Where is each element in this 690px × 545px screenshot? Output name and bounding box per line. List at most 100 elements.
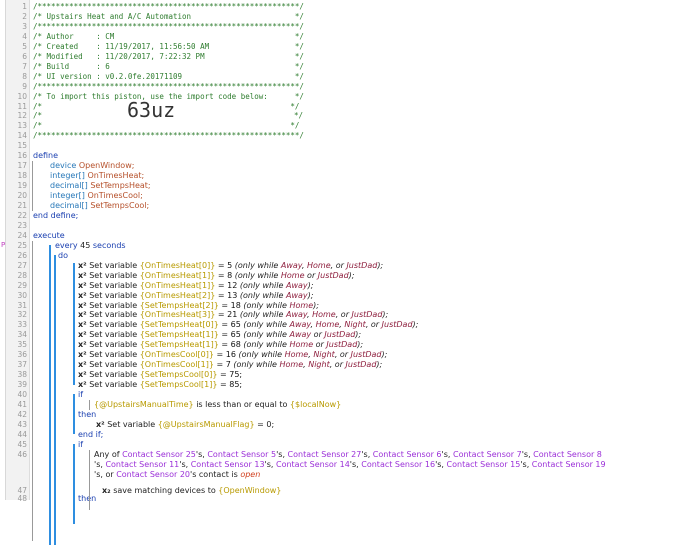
if-condition: {@UpstairsManualTime} is less than or eq… [94, 400, 342, 409]
variable-declaration: decimal[] SetTempsCool; [50, 201, 150, 210]
line-number: 3 [22, 21, 27, 31]
comment-line: /***************************************… [33, 2, 304, 11]
condition-devices: 's, or Contact Sensor 20's contact is op… [94, 469, 261, 479]
line-number: 5 [22, 41, 27, 51]
line-number: 38 [17, 370, 27, 380]
import-code: 63uz [127, 98, 176, 123]
set-variable-statement: x² Set variable {SetTempsHeat[1]} = 65 (… [78, 330, 362, 340]
line-number: 48 [17, 494, 27, 503]
set-variable-statement: x² Set variable {OnTimesHeat[2]} = 13 (o… [78, 290, 314, 300]
comment-line: */ [294, 111, 304, 121]
set-variable-statement: x² Set variable {SetTempsCool[0]} = 75; [78, 370, 243, 380]
condition-devices: Any of Contact Sensor 25's, Contact Sens… [94, 449, 602, 459]
comment-line: /* Author : CM */ [33, 31, 304, 41]
set-variable-statement: x² Set variable {SetTempsCool[1]} = 85; [78, 380, 243, 390]
line-number: 7 [22, 61, 27, 71]
comment-line: /* Modified : 11/20/2017, 7:22:32 PM */ [33, 51, 304, 61]
line-number: 21 [17, 201, 27, 210]
block-guide [73, 262, 75, 385]
line-number: 43 [17, 419, 27, 429]
line-number: 16 [17, 151, 27, 161]
line-number: 34 [17, 330, 27, 340]
line-number: 41 [17, 400, 27, 409]
line-number: 11 [17, 101, 27, 111]
line-number: 17 [17, 161, 27, 171]
define-keyword: define [33, 151, 59, 161]
set-variable-statement: x² Set variable {SetTempsHeat[1]} = 68 (… [78, 340, 364, 350]
line-number: 39 [17, 380, 27, 390]
set-variable-statement: x² Set variable {@UpstairsManualFlag} = … [96, 419, 275, 429]
comment-line: /***************************************… [33, 81, 304, 91]
block-guide [32, 161, 33, 212]
comment-line: /* */ [33, 121, 300, 131]
comment-line: /***************************************… [33, 21, 304, 31]
set-variable-statement: x² Set variable {SetTempsHeat[0]} = 65 (… [78, 320, 419, 330]
line-number: 31 [17, 300, 27, 310]
line-number: 46 [17, 449, 27, 459]
line-number: 27 [17, 260, 27, 270]
condition-devices: 's, Contact Sensor 11's, Contact Sensor … [94, 459, 606, 469]
if-keyword: if [78, 439, 84, 449]
line-number: 23 [17, 220, 27, 230]
line-number: 35 [17, 340, 27, 350]
end-if: end if; [78, 429, 104, 439]
line-number: 14 [17, 131, 27, 141]
line-number: 26 [17, 250, 27, 260]
line-number: 44 [17, 429, 27, 439]
set-variable-statement: x² Set variable {SetTempsHeat[2]} = 18 (… [78, 300, 319, 310]
variable-declaration: decimal[] SetTempsHeat; [50, 181, 151, 191]
every-statement: every 45 seconds [55, 240, 126, 250]
code-area: /***************************************… [30, 0, 688, 545]
do-keyword: do [58, 250, 68, 260]
comment-line: /***************************************… [33, 131, 304, 141]
set-variable-statement: x² Set variable {OnTimesHeat[1]} = 8 (on… [78, 270, 355, 280]
line-number: 6 [22, 51, 27, 61]
comment-line: /* UI version : v0.2.0fe.20171109 */ [33, 71, 304, 81]
line-number: 22 [17, 210, 27, 220]
piston-code-view: 1 2 3 4 5 6 7 8 9 10 11 12 13 14 15 16 17 18 19 20 21 22 23 24 2… [1, 0, 688, 545]
line-number: 12 [17, 111, 27, 121]
line-number: 8 [22, 71, 27, 81]
set-variable-statement: x² Set variable {OnTimesHeat[3]} = 21 (o… [78, 310, 389, 320]
line-number: 18 [17, 171, 27, 181]
line-number: 45 [17, 439, 27, 449]
line-number: 42 [17, 409, 27, 419]
line-number: 10 [17, 91, 27, 101]
line-number: 29 [17, 280, 27, 290]
set-variable-statement: x² Set variable {OnTimesCool[1]} = 7 (on… [78, 360, 383, 370]
parallelism-marker-icon: P [1, 240, 6, 249]
then-keyword: then [78, 409, 97, 419]
then-keyword: then [78, 494, 97, 503]
line-number: 20 [17, 191, 27, 201]
end-define: end define; [33, 210, 79, 220]
set-variable-statement: x² Set variable {OnTimesCool[0]} = 16 (o… [78, 350, 388, 360]
line-number: 40 [17, 390, 27, 400]
line-number-gutter: 1 2 3 4 5 6 7 8 9 10 11 12 13 14 15 16 17 18 19 20 21 22 23 24 2… [1, 0, 30, 503]
block-guide [54, 254, 56, 545]
line-number: 36 [17, 350, 27, 360]
line-number: 9 [22, 81, 27, 91]
line-number: 4 [22, 31, 27, 41]
block-guide [89, 449, 90, 510]
variable-declaration: device OpenWindow; [50, 161, 135, 171]
set-variable-statement: x² Set variable {OnTimesHeat[0]} = 5 (on… [78, 260, 384, 270]
line-number: 25 [17, 240, 27, 250]
line-number: 30 [17, 290, 27, 300]
line-number: 32 [17, 310, 27, 320]
block-guide [32, 240, 33, 541]
execute-keyword: execute [33, 230, 65, 240]
if-keyword: if [78, 390, 84, 400]
comment-line: /* Upstairs Heat and A/C Automation */ [33, 11, 304, 21]
comment-line: /* [33, 111, 43, 121]
line-number: 28 [17, 270, 27, 280]
line-number: 33 [17, 320, 27, 330]
comment-line: /* Created : 11/19/2017, 11:56:50 AM */ [33, 41, 304, 51]
block-guide [73, 443, 75, 524]
variable-declaration: integer[] OnTimesCool; [50, 191, 143, 201]
variable-declaration: integer[] OnTimesHeat; [50, 171, 145, 181]
line-number: 19 [17, 181, 27, 191]
block-guide [89, 400, 90, 410]
comment-line: /* Build : 6 */ [33, 61, 304, 71]
save-matching-devices: x₂ save matching devices to {OpenWindow} [102, 486, 282, 495]
set-variable-statement: x² Set variable {OnTimesHeat[1]} = 12 (o… [78, 280, 314, 290]
